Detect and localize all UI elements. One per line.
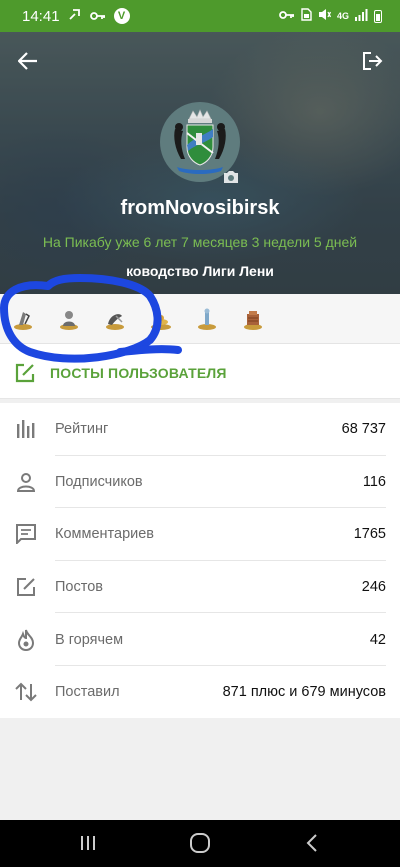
back-button[interactable] <box>13 46 43 76</box>
status-time: 14:41 <box>22 7 60 25</box>
sim-icon <box>301 8 312 24</box>
award-1-icon[interactable] <box>10 306 36 332</box>
awards-row[interactable] <box>0 294 400 344</box>
signal-icon <box>355 8 368 24</box>
sort-arrows-icon <box>14 680 38 704</box>
award-3-icon[interactable] <box>102 306 128 332</box>
profile-header: fromNovosibirsk На Пикабу уже 6 лет 7 ме… <box>0 32 400 294</box>
user-title: ководство Лиги Лени <box>126 263 274 279</box>
stat-rating: Рейтинг 68 737 <box>0 403 400 456</box>
award-5-icon[interactable] <box>194 306 220 332</box>
award-6-icon[interactable] <box>240 306 266 332</box>
recents-icon[interactable] <box>76 832 100 854</box>
stat-posts[interactable]: Постов 246 <box>0 561 400 614</box>
stat-value: 68 737 <box>341 421 386 438</box>
network-4g-icon: 4G <box>336 11 349 21</box>
person-icon <box>14 470 38 494</box>
stat-label: В горячем <box>55 631 124 648</box>
share-icon <box>68 7 82 25</box>
stat-label: Рейтинг <box>55 421 109 438</box>
stat-comments[interactable]: Комментариев 1765 <box>0 508 400 561</box>
key-icon <box>89 8 106 25</box>
stat-value: 116 <box>362 473 386 490</box>
member-since: На Пикабу уже 6 лет 7 месяцев 3 недели 5… <box>42 234 358 250</box>
stat-label: Подписчиков <box>55 473 143 490</box>
bars-icon <box>14 417 38 441</box>
award-4-icon[interactable] <box>148 306 174 332</box>
user-posts-label: ПОСТЫ ПОЛЬЗОВАТЕЛЯ <box>50 364 227 381</box>
stat-label: Постов <box>55 579 103 596</box>
stat-value: 42 <box>369 631 386 648</box>
stats-list: Рейтинг 68 737 Подписчиков 116 Комментар… <box>0 403 400 719</box>
award-2-icon[interactable] <box>56 306 82 332</box>
empty-area <box>0 718 400 820</box>
arrow-left-icon <box>18 52 37 70</box>
stat-votes: Поставил 871 плюс и 679 минусов <box>0 666 400 719</box>
stat-value: 1765 <box>353 526 386 543</box>
edit-icon <box>14 575 38 599</box>
system-nav-bar <box>0 820 400 867</box>
username: fromNovosibirsk <box>120 197 280 219</box>
stat-value: 871 плюс и 679 минусов <box>222 684 386 701</box>
battery-icon <box>374 9 382 23</box>
v-badge-icon: V <box>113 8 130 24</box>
user-posts-link[interactable]: ПОСТЫ ПОЛЬЗОВАТЕЛЯ <box>0 347 400 399</box>
mute-icon <box>318 8 332 24</box>
key-icon <box>279 9 295 23</box>
logout-button[interactable] <box>358 46 388 76</box>
avatar[interactable] <box>160 102 240 183</box>
stat-label: Поставил <box>55 684 120 701</box>
comment-icon <box>14 522 38 546</box>
camera-icon[interactable] <box>220 168 242 186</box>
stat-subscribers[interactable]: Подписчиков 116 <box>0 456 400 509</box>
back-icon[interactable] <box>300 832 324 854</box>
coat-of-arms-image <box>174 109 226 174</box>
status-bar: 14:41 V 4G <box>0 0 400 32</box>
flame-icon <box>14 628 38 652</box>
stat-hot[interactable]: В горячем 42 <box>0 613 400 666</box>
logout-icon <box>363 52 383 70</box>
stat-label: Комментариев <box>55 526 154 543</box>
stat-value: 246 <box>361 579 386 596</box>
edit-square-icon <box>15 363 35 382</box>
home-icon[interactable] <box>188 832 212 854</box>
